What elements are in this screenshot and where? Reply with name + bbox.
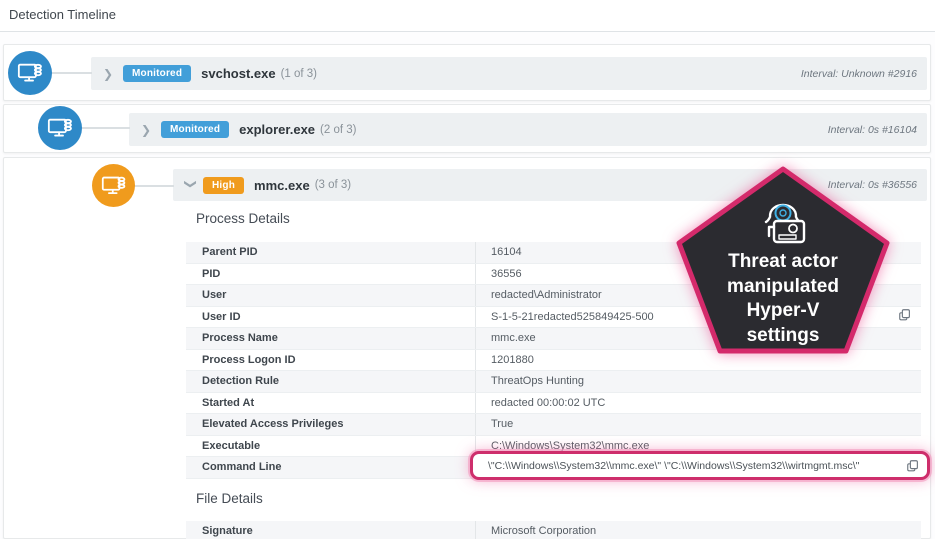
copy-icon[interactable] <box>906 459 920 473</box>
process-name: mmc.exe <box>254 177 310 193</box>
process-bar-svchost[interactable]: ❯ Monitored svchost.exe (1 of 3) Interva… <box>91 57 927 90</box>
monitor-process-icon <box>102 176 126 195</box>
monitor-process-icon <box>18 64 43 82</box>
tree-connector <box>82 127 130 129</box>
threat-callout: Threat actor manipulated Hyper-V setting… <box>676 166 890 354</box>
page-title: Detection Timeline <box>9 7 116 22</box>
page-header: Detection Timeline <box>0 0 935 32</box>
interval-label: Interval: 0s #16104 <box>827 123 917 136</box>
chevron-right-icon[interactable]: ❯ <box>103 68 117 80</box>
threat-callout-text: Threat actor manipulated Hyper-V setting… <box>727 251 839 346</box>
tree-connector <box>132 185 174 187</box>
table-row: Detection Rule ThreatOps Hunting <box>186 371 921 393</box>
status-badge: Monitored <box>123 65 192 82</box>
process-bar-explorer[interactable]: ❯ Monitored explorer.exe (2 of 3) Interv… <box>129 113 927 146</box>
severity-badge: High <box>203 176 245 194</box>
table-row: Elevated Access Privileges True <box>186 414 921 436</box>
process-count: (1 of 3) <box>280 67 318 80</box>
process-name: explorer.exe <box>239 122 316 137</box>
chevron-down-icon[interactable]: ❯ <box>184 179 198 191</box>
process-node-svchost[interactable] <box>8 51 52 95</box>
process-count: (3 of 3) <box>314 179 352 191</box>
detection-timeline-page: Detection Timeline ❯ Monitored svchost.e… <box>0 0 935 539</box>
file-details-table: Signature Microsoft Corporation <box>186 521 921 539</box>
command-line-highlight: \"C:\\Windows\\System32\\mmc.exe\" \"C:\… <box>470 451 930 480</box>
timeline-card-explorer: ❯ Monitored explorer.exe (2 of 3) Interv… <box>3 104 931 153</box>
tree-connector <box>50 72 92 74</box>
command-line-value: \"C:\\Windows\\System32\\mmc.exe\" \"C:\… <box>488 459 860 472</box>
copy-icon[interactable] <box>898 308 912 322</box>
process-details-heading: Process Details <box>196 211 290 226</box>
interval-label: Interval: Unknown #2916 <box>800 67 917 80</box>
status-badge: Monitored <box>161 121 230 138</box>
process-node-explorer[interactable] <box>38 106 82 150</box>
hooded-threat-actor-icon <box>764 203 806 244</box>
monitor-process-icon <box>48 119 73 137</box>
process-node-mmc[interactable] <box>92 164 135 207</box>
process-count: (2 of 3) <box>320 123 357 136</box>
file-details-heading: File Details <box>196 491 263 506</box>
chevron-right-icon[interactable]: ❯ <box>141 124 155 136</box>
table-row: Started At redacted 00:00:02 UTC <box>186 392 921 414</box>
process-name: svchost.exe <box>201 66 276 81</box>
table-row: Signature Microsoft Corporation <box>186 521 921 539</box>
timeline-card-svchost: ❯ Monitored svchost.exe (1 of 3) Interva… <box>3 44 931 101</box>
